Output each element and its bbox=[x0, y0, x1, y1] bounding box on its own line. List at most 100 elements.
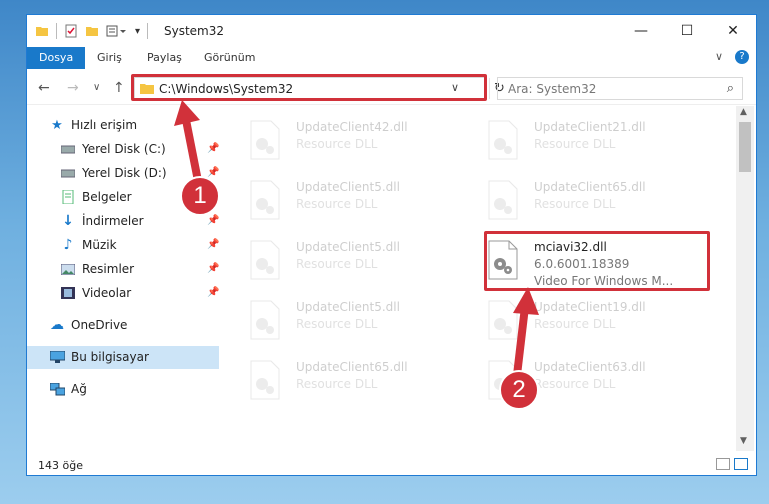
file-description: Resource DLL bbox=[534, 197, 616, 211]
maximize-button[interactable]: ☐ bbox=[664, 15, 710, 47]
file-description: Resource DLL bbox=[296, 317, 378, 331]
sidebar-item-this-pc[interactable]: Bu bilgisayar bbox=[49, 346, 149, 368]
file-description: Resource DLL bbox=[296, 377, 378, 391]
sidebar-item-onedrive[interactable]: ☁ OneDrive bbox=[49, 314, 127, 336]
pin-icon[interactable]: 📌 bbox=[207, 287, 219, 298]
sidebar-item-label: Belgeler bbox=[82, 190, 132, 204]
file-highlight bbox=[484, 231, 710, 291]
dll-file-icon bbox=[488, 180, 518, 220]
large-icons-view-icon[interactable] bbox=[734, 458, 748, 470]
window-title: System32 bbox=[164, 24, 225, 38]
minimize-button[interactable]: — bbox=[618, 15, 664, 47]
cloud-icon: ☁ bbox=[50, 317, 64, 333]
step-badge-1: 1 bbox=[180, 176, 220, 216]
close-button[interactable]: ✕ bbox=[710, 15, 756, 47]
status-bar: 143 öğe bbox=[27, 453, 756, 475]
search-input[interactable]: Ara: System32 ⌕ bbox=[497, 77, 743, 100]
sidebar-item-label: OneDrive bbox=[71, 318, 128, 332]
quick-access-toolbar: ▾ bbox=[35, 23, 149, 39]
videos-icon bbox=[60, 285, 76, 301]
file-name: UpdateClient5.dll bbox=[296, 300, 400, 314]
sidebar-item-label: Resimler bbox=[82, 262, 135, 276]
sidebar-item-videos[interactable]: Videolar bbox=[60, 282, 131, 304]
file-description: Resource DLL bbox=[296, 197, 378, 211]
sidebar-item-label: Bu bilgisayar bbox=[71, 350, 149, 364]
dll-file-icon bbox=[250, 360, 280, 400]
help-icon[interactable]: ? bbox=[735, 50, 749, 64]
tab-file[interactable]: Dosya bbox=[27, 47, 86, 69]
forward-button[interactable]: → bbox=[67, 80, 79, 96]
network-icon bbox=[49, 381, 65, 397]
dll-file-icon bbox=[250, 300, 280, 340]
scroll-down-icon[interactable]: ▼ bbox=[740, 436, 747, 446]
documents-icon bbox=[60, 189, 76, 205]
file-item[interactable]: UpdateClient65.dll Resource DLL bbox=[487, 178, 717, 234]
ribbon-expand-icon[interactable]: ∨ bbox=[715, 50, 723, 63]
dll-file-icon bbox=[250, 120, 280, 160]
file-item[interactable]: UpdateClient21.dll Resource DLL bbox=[487, 118, 717, 174]
new-folder-icon[interactable] bbox=[85, 24, 99, 38]
search-placeholder: Ara: System32 bbox=[508, 82, 597, 96]
scroll-up-icon[interactable]: ▲ bbox=[740, 107, 747, 117]
vertical-scrollbar[interactable]: ▲ ▼ bbox=[736, 106, 754, 451]
file-name: UpdateClient42.dll bbox=[296, 120, 408, 134]
pin-icon[interactable]: 📌 bbox=[207, 215, 219, 226]
up-button[interactable]: ↑ bbox=[113, 80, 125, 96]
view-buttons bbox=[716, 458, 748, 470]
sidebar-item-label: İndirmeler bbox=[82, 214, 144, 228]
sidebar-item-label: Yerel Disk (C:) bbox=[82, 142, 166, 156]
file-description: Resource DLL bbox=[534, 137, 616, 151]
file-item[interactable]: UpdateClient5.dll Resource DLL bbox=[249, 298, 479, 354]
customize-icon[interactable] bbox=[106, 24, 128, 38]
drive-icon bbox=[60, 165, 76, 181]
back-button[interactable]: ← bbox=[38, 80, 50, 96]
file-description: Resource DLL bbox=[296, 137, 378, 151]
qat-separator-2 bbox=[147, 23, 149, 39]
recent-locations-icon[interactable]: ∨ bbox=[93, 82, 100, 93]
file-name: UpdateClient5.dll bbox=[296, 240, 400, 254]
drive-icon bbox=[60, 141, 76, 157]
tab-view[interactable]: Görünüm bbox=[204, 47, 255, 69]
sidebar-item-music[interactable]: ♪ Müzik bbox=[60, 234, 117, 256]
dll-file-icon bbox=[250, 240, 280, 280]
ribbon-tabs: Dosya Giriş Paylaş Görünüm ∨ ? bbox=[27, 47, 756, 69]
dll-file-icon bbox=[250, 180, 280, 220]
title-bar: ▾ System32 — ☐ ✕ bbox=[27, 15, 756, 47]
tab-home[interactable]: Giriş bbox=[97, 47, 122, 69]
folder-icon bbox=[36, 27, 48, 36]
dll-file-icon bbox=[488, 120, 518, 160]
qat-dropdown-icon[interactable]: ▾ bbox=[135, 26, 140, 37]
sidebar-item-pictures[interactable]: Resimler bbox=[60, 258, 134, 280]
tab-share[interactable]: Paylaş bbox=[147, 47, 182, 69]
file-name: UpdateClient5.dll bbox=[296, 180, 400, 194]
file-description: Resource DLL bbox=[296, 257, 378, 271]
sidebar-item-label: Yerel Disk (D:) bbox=[82, 166, 167, 180]
search-icon: ⌕ bbox=[726, 81, 734, 96]
sidebar-item-drive-c[interactable]: Yerel Disk (C:) bbox=[60, 138, 166, 160]
file-item[interactable]: UpdateClient5.dll Resource DLL bbox=[249, 238, 479, 294]
sidebar-item-label: Müzik bbox=[82, 238, 117, 252]
sidebar-item-label: Ağ bbox=[71, 382, 87, 396]
computer-icon bbox=[49, 349, 65, 365]
details-view-icon[interactable] bbox=[716, 458, 730, 470]
pin-icon[interactable]: 📌 bbox=[207, 263, 219, 274]
scrollbar-thumb[interactable] bbox=[739, 122, 751, 172]
qat-separator bbox=[56, 23, 57, 39]
file-name: UpdateClient65.dll bbox=[534, 180, 646, 194]
pin-icon[interactable]: 📌 bbox=[207, 239, 219, 250]
file-item[interactable]: UpdateClient65.dll Resource DLL bbox=[249, 358, 479, 414]
downloads-icon: ↓ bbox=[62, 213, 74, 229]
file-name: UpdateClient21.dll bbox=[534, 120, 646, 134]
item-count: 143 öğe bbox=[38, 459, 83, 472]
step-badge-2: 2 bbox=[499, 370, 539, 410]
sidebar-item-drive-d[interactable]: Yerel Disk (D:) bbox=[60, 162, 167, 184]
music-icon: ♪ bbox=[63, 237, 73, 253]
properties-icon[interactable] bbox=[64, 24, 78, 38]
sidebar-item-label: Videolar bbox=[82, 286, 132, 300]
sidebar-item-quick-access[interactable]: ★ Hızlı erişim bbox=[49, 114, 137, 136]
sidebar-item-documents[interactable]: Belgeler bbox=[60, 186, 132, 208]
file-item[interactable]: UpdateClient42.dll Resource DLL bbox=[249, 118, 479, 174]
sidebar-item-network[interactable]: Ağ bbox=[49, 378, 87, 400]
sidebar-item-downloads[interactable]: ↓ İndirmeler bbox=[60, 210, 144, 232]
file-item[interactable]: UpdateClient5.dll Resource DLL bbox=[249, 178, 479, 234]
